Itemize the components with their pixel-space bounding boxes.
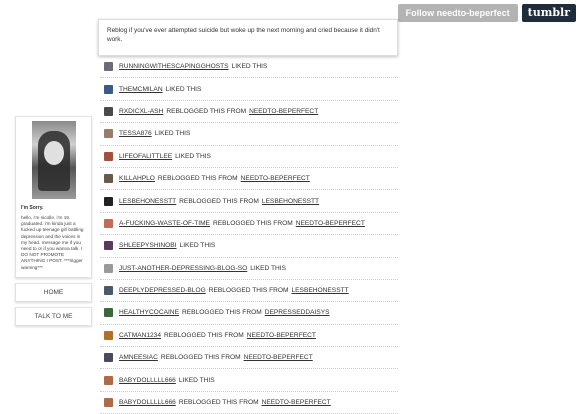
avatar[interactable] bbox=[104, 129, 113, 139]
notes-list: RUNNINGWITHESCAPINGGHOSTS LIKED THIS THEMC… bbox=[100, 56, 398, 414]
note-user-link[interactable]: KILLAHPLO bbox=[119, 175, 155, 182]
note-source-link[interactable]: LESBEHONESSTT bbox=[262, 198, 319, 205]
note-row: KILLAHPLO REBLOGGED THIS FROM NEEDTO-BEPER… bbox=[100, 168, 398, 191]
note-user-link[interactable]: DEEPLYDEPRESSED-BLOG bbox=[119, 287, 206, 294]
note-source-link[interactable]: DEPRESSEDDAISYS bbox=[265, 309, 330, 316]
note-user-link[interactable]: CATMAN1234 bbox=[119, 332, 161, 339]
post-text: Reblog if you've ever attempted suicide … bbox=[107, 27, 380, 43]
avatar[interactable] bbox=[104, 106, 113, 116]
top-bar: Follow needto-beperfect tumblr bbox=[397, 4, 576, 22]
note-source-link[interactable]: NEEDTO-BEPERFECT bbox=[244, 354, 313, 361]
note-action: LIKED THIS bbox=[175, 152, 211, 160]
note-user-link[interactable]: LIFEOFALITTLEE bbox=[119, 153, 172, 160]
note-action: REBLOGGED THIS FROM bbox=[212, 219, 293, 227]
note-action: REBLOGGED THIS FROM bbox=[160, 354, 241, 362]
note-row: BABYDOLLLLL666 LIKED THIS bbox=[100, 369, 398, 392]
note-row: SHLEEPYSHINOBI LIKED THIS bbox=[100, 235, 398, 258]
note-user-link[interactable]: SHLEEPYSHINOBI bbox=[119, 242, 177, 249]
note-source-link[interactable]: NEEDTO-BEPERFECT bbox=[249, 108, 318, 115]
avatar[interactable] bbox=[104, 174, 113, 184]
note-user-link[interactable]: RUNNINGWITHESCAPINGGHOSTS bbox=[119, 63, 229, 70]
note-action: REBLOGGED THIS FROM bbox=[164, 331, 244, 339]
tumblr-logo-button[interactable]: tumblr bbox=[521, 4, 576, 22]
note-action: LIKED THIS bbox=[165, 85, 202, 93]
avatar[interactable] bbox=[104, 375, 113, 385]
note-user-link[interactable]: AMNEESIAC bbox=[119, 354, 158, 361]
note-user-link[interactable]: A-FUCKING-WASTE-OF-TIME bbox=[119, 220, 210, 227]
note-user-link[interactable]: THEMCMILAN bbox=[119, 86, 163, 93]
talk-to-me-button[interactable]: TALK TO ME bbox=[15, 306, 92, 326]
note-action: REBLOGGED THIS FROM bbox=[166, 107, 247, 115]
avatar[interactable] bbox=[104, 353, 113, 363]
note-row: RUNNINGWITHESCAPINGGHOSTS LIKED THIS bbox=[100, 56, 398, 79]
note-row: HEALTHYCOCAINE REBLOGGED THIS FROM DEPRESS… bbox=[100, 302, 398, 325]
avatar[interactable] bbox=[104, 241, 113, 251]
note-user-link[interactable]: JUST-ANOTHER-DEPRESSING-BLOG-SO bbox=[119, 265, 247, 272]
note-row: LIFEOFALITTLEE LIKED THIS bbox=[100, 146, 398, 168]
avatar[interactable] bbox=[104, 330, 113, 340]
note-action: LIKED THIS bbox=[250, 264, 287, 272]
blog-title: I'm Sorry. bbox=[21, 205, 44, 211]
avatar[interactable] bbox=[104, 398, 113, 408]
note-source-link[interactable]: NEEDTO-BEPERFECT bbox=[296, 220, 365, 227]
note-row: RXDICXL-ASH REBLOGGED THIS FROM NEEDTO-BEP… bbox=[100, 101, 398, 124]
note-user-link[interactable]: BABYDOLLLLL666 bbox=[119, 399, 176, 406]
note-source-link[interactable]: NEEDTO-BEPERFECT bbox=[262, 399, 331, 406]
note-action: REBLOGGED THIS FROM bbox=[208, 287, 289, 295]
avatar[interactable] bbox=[104, 263, 113, 273]
avatar[interactable] bbox=[104, 196, 113, 206]
follow-button[interactable]: Follow needto-beperfect bbox=[397, 4, 518, 22]
note-action: LIKED THIS bbox=[178, 376, 215, 384]
note-row: BABYDOLLLLL666 REBLOGGED THIS FROM NEEDTO-… bbox=[100, 392, 398, 414]
note-user-link[interactable]: LESBEHONESSTT bbox=[119, 198, 176, 205]
profile-photo bbox=[31, 121, 76, 199]
note-row: JUST-ANOTHER-DEPRESSING-BLOG-SO LIKED THI… bbox=[100, 258, 398, 280]
note-source-link[interactable]: LESBEHONESSTT bbox=[291, 287, 348, 294]
note-source-link[interactable]: NEEDTO-BEPERFECT bbox=[247, 332, 316, 339]
note-action: REBLOGGED THIS FROM bbox=[178, 399, 259, 407]
note-source-link[interactable]: NEEDTO-BEPERFECT bbox=[241, 175, 310, 182]
note-row: LESBEHONESSTT REBLOGGED THIS FROM LESBEHON… bbox=[100, 190, 398, 213]
note-user-link[interactable]: BABYDOLLLLL666 bbox=[119, 377, 176, 384]
note-row: CATMAN1234 REBLOGGED THIS FROM NEEDTO-BEPE… bbox=[100, 325, 398, 348]
note-user-link[interactable]: TESSA876 bbox=[119, 130, 152, 137]
note-row: TESSA876 LIKED THIS bbox=[100, 123, 398, 146]
note-action: REBLOGGED THIS FROM bbox=[157, 175, 238, 183]
note-action: REBLOGGED THIS FROM bbox=[179, 197, 259, 205]
avatar[interactable] bbox=[104, 218, 113, 228]
note-action: LIKED THIS bbox=[179, 242, 216, 250]
avatar[interactable] bbox=[104, 84, 113, 94]
note-action: LIKED THIS bbox=[154, 130, 191, 138]
note-row: DEEPLYDEPRESSED-BLOG REBLOGGED THIS FROM L… bbox=[100, 280, 398, 303]
blog-description: hello, i'm nicolle. i'm 19. graduated. i… bbox=[21, 215, 84, 270]
avatar[interactable] bbox=[104, 62, 113, 72]
note-user-link[interactable]: RXDICXL-ASH bbox=[119, 108, 163, 115]
note-row: AMNEESIAC REBLOGGED THIS FROM NEEDTO-BEPER… bbox=[100, 347, 398, 370]
avatar[interactable] bbox=[104, 286, 113, 296]
note-action: LIKED THIS bbox=[231, 63, 268, 71]
avatar[interactable] bbox=[104, 308, 113, 318]
note-user-link[interactable]: HEALTHYCOCAINE bbox=[119, 309, 179, 316]
note-action: REBLOGGED THIS FROM bbox=[181, 309, 262, 317]
post-card: Reblog if you've ever attempted suicide … bbox=[98, 19, 398, 56]
note-row: THEMCMILAN LIKED THIS bbox=[100, 78, 398, 101]
note-row: A-FUCKING-WASTE-OF-TIME REBLOGGED THIS FR… bbox=[100, 213, 398, 236]
profile-card: I'm Sorry. hello, i'm nicolle. i'm 19. g… bbox=[15, 116, 92, 278]
home-button[interactable]: HOME bbox=[15, 282, 92, 302]
sidebar: I'm Sorry. hello, i'm nicolle. i'm 19. g… bbox=[15, 116, 92, 326]
avatar[interactable] bbox=[104, 151, 113, 161]
